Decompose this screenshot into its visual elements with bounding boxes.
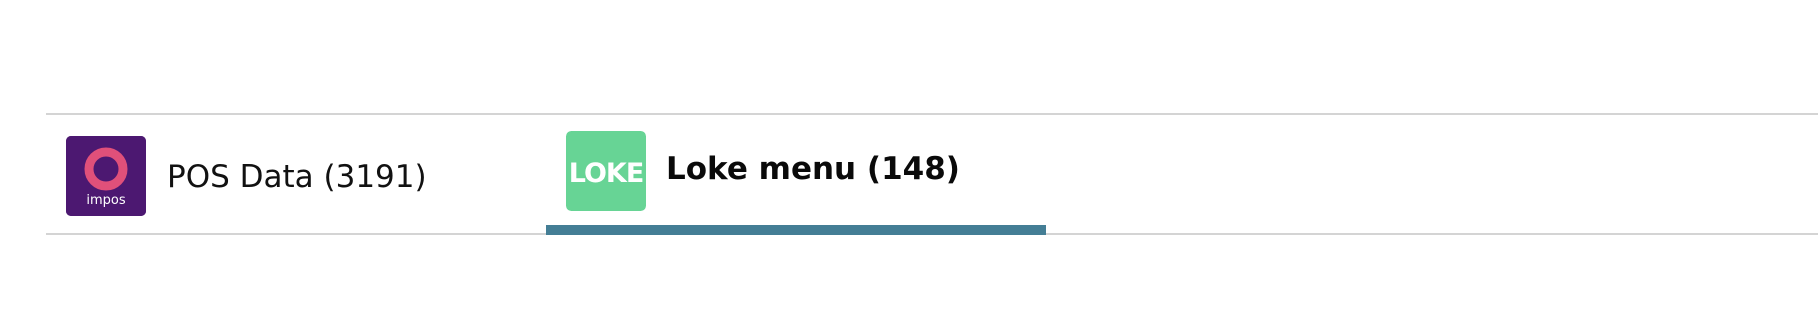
tab-pos-data-label: POS Data (3191) (167, 159, 427, 195)
tab-pos-data[interactable]: impos POS Data (3191) (46, 115, 546, 233)
tab-loke-menu-label: Loke menu (148) (666, 151, 960, 187)
active-tab-indicator (546, 225, 1046, 235)
impos-logo-icon: impos (66, 136, 146, 216)
tab-loke-menu[interactable]: LOKE Loke menu (148) (546, 115, 1046, 235)
loke-logo-icon: LOKE (566, 131, 646, 211)
impos-logo-text: impos (86, 193, 125, 208)
tab-bar: impos POS Data (3191) LOKE Loke menu (14… (46, 113, 1818, 235)
loke-logo-text: LOKE (569, 158, 644, 189)
